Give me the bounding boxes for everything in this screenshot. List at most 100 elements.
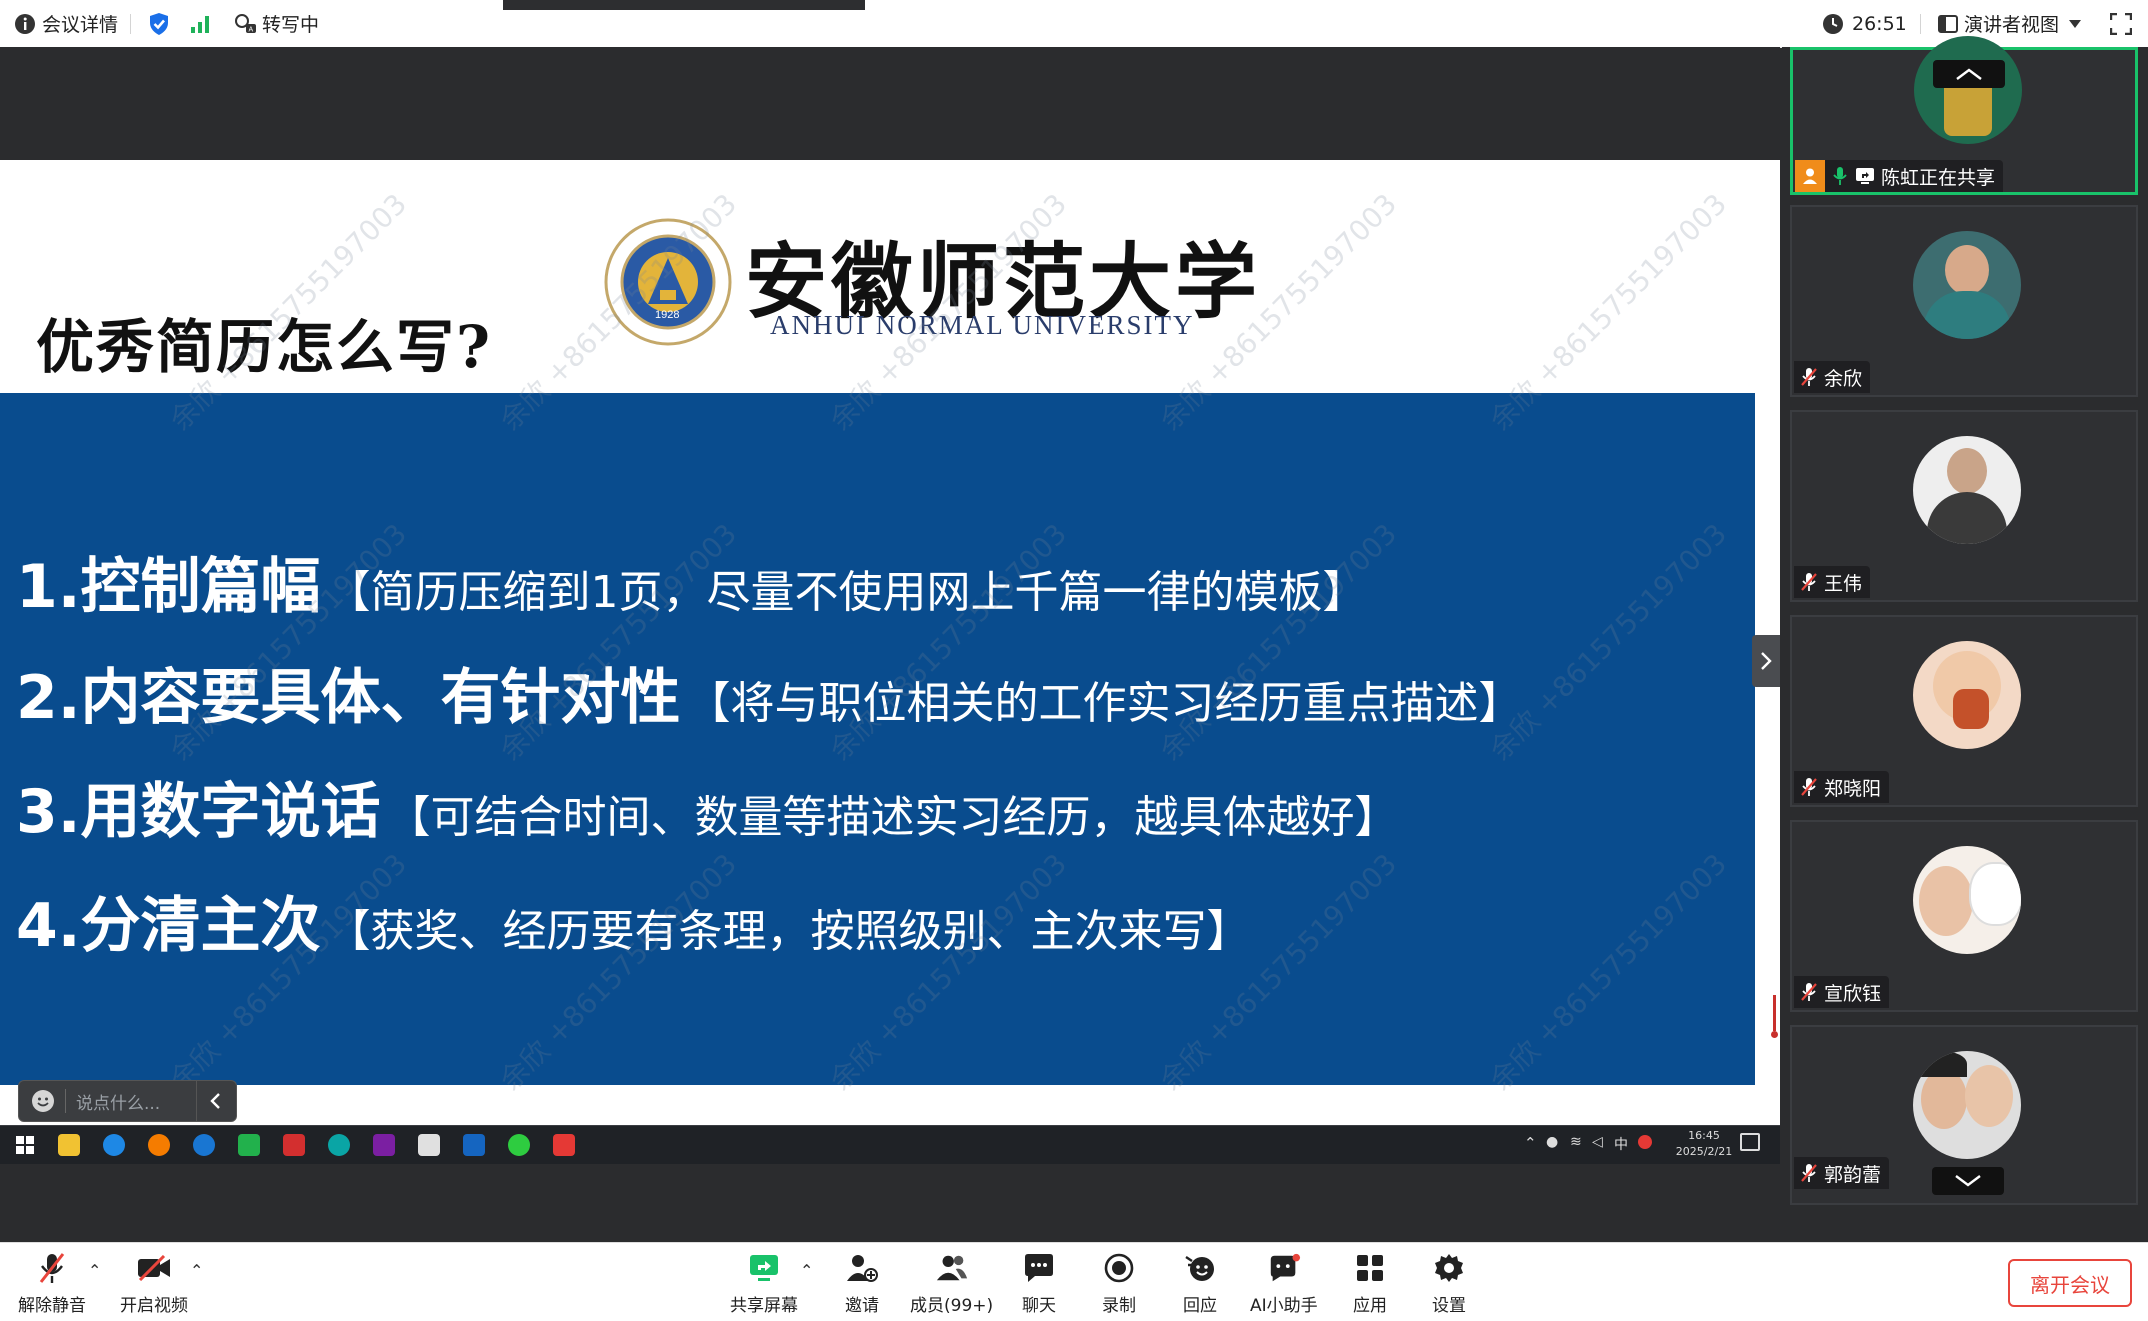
slide-point-2: 2.内容要具体、有针对性 【将与职位相关的工作实习经历重点描述】	[16, 649, 1523, 736]
settings-label: 设置	[1432, 1296, 1466, 1316]
collapse-up-button[interactable]	[1933, 60, 2005, 88]
point-description: 【获奖、经历要有条理，按照级别、主次来写】	[326, 906, 1251, 957]
speaker-view-icon	[1938, 14, 1958, 33]
participant-tile[interactable]: 郑晓阳	[1790, 615, 2138, 807]
video-options-caret[interactable]: ⌃	[190, 1261, 203, 1280]
meeting-details-label: 会议详情	[42, 14, 119, 36]
wechat-icon	[508, 1134, 530, 1156]
scroll-down-button[interactable]	[1932, 1167, 2004, 1195]
taskbar-date: 2025/2/21	[1675, 1145, 1733, 1158]
top-bar: 会议详情 A 转写中 26:51 演讲者视图	[0, 0, 2148, 48]
transcribing-label: 转写中	[262, 14, 320, 36]
microphone-muted-icon	[1801, 778, 1817, 796]
collapse-panel-handle[interactable]	[1752, 635, 1780, 687]
chevron-left-icon[interactable]	[209, 1092, 221, 1110]
view-mode-label: 演讲者视图	[1964, 14, 2060, 36]
taskbar-time: 16:45	[1688, 1129, 1720, 1142]
invite-button[interactable]: 邀请	[845, 1251, 879, 1316]
participant-tile[interactable]: 王伟	[1790, 410, 2138, 602]
security-shield-button[interactable]	[148, 0, 170, 47]
share-screen-icon	[750, 1255, 778, 1281]
react-hand-icon	[1185, 1256, 1214, 1281]
fullscreen-icon	[2110, 12, 2132, 35]
meeting-timer: 26:51	[1822, 0, 1907, 47]
meeting-details-button[interactable]: 会议详情	[14, 0, 118, 47]
audio-options-caret[interactable]: ⌃	[88, 1261, 101, 1280]
transcribe-icon: A	[235, 13, 256, 33]
microphone-tray-icon: ●	[1546, 1134, 1559, 1150]
avatar	[1913, 641, 2021, 749]
timer-label: 26:51	[1852, 12, 1907, 35]
members-icon	[936, 1255, 967, 1281]
volume-level-marker	[1771, 995, 1778, 1041]
svg-text:A: A	[249, 26, 254, 33]
share-options-caret[interactable]: ⌃	[800, 1261, 813, 1280]
shared-slide: 优秀简历怎么写? 1928 安徽师范大学 ANHUI NORMAL UNIVER…	[0, 160, 1780, 1125]
point-description: 【简历压缩到1页，尽量不使用网上千篇一律的模板】	[326, 567, 1367, 618]
shared-windows-taskbar: ⌃ ● ≋ ◁ 中 16:45 2025/2/21	[0, 1125, 1780, 1164]
transcribing-indicator[interactable]: A 转写中	[234, 0, 319, 47]
wifi-tray-icon: ≋	[1570, 1134, 1582, 1150]
sogou-ime-icon	[1638, 1135, 1652, 1149]
participant-name: 余欣	[1824, 367, 1863, 390]
document-icon	[418, 1134, 440, 1156]
members-label: 成员(99+)	[910, 1296, 994, 1316]
speaker-tray-icon: ◁	[1592, 1134, 1603, 1150]
share-screen-button[interactable]: 共享屏幕	[730, 1251, 798, 1316]
microphone-muted-icon	[39, 1253, 65, 1283]
share-control-strip	[503, 0, 865, 10]
participant-name: 宣欣钰	[1824, 982, 1882, 1005]
shield-check-icon	[150, 12, 168, 35]
microphone-muted-icon	[1801, 368, 1817, 386]
info-icon	[15, 13, 35, 34]
network-signal-button[interactable]	[190, 0, 212, 47]
participant-name: 郭韵蕾	[1824, 1163, 1882, 1186]
invite-label: 邀请	[845, 1296, 879, 1316]
participant-tile[interactable]: 余欣	[1790, 205, 2138, 397]
file-explorer-icon	[58, 1134, 80, 1156]
point-heading: 2.内容要具体、有针对性	[16, 663, 681, 733]
apps-button[interactable]: 应用	[1353, 1251, 1387, 1316]
react-button[interactable]: 回应	[1183, 1251, 1217, 1316]
clock-icon	[1823, 13, 1843, 34]
host-badge-icon	[1795, 160, 1825, 192]
edge-icon	[328, 1134, 350, 1156]
point-heading: 1.控制篇幅	[16, 552, 321, 622]
caret-down-icon	[2069, 19, 2082, 28]
start-video-label: 开启视频	[120, 1296, 188, 1316]
video-off-icon	[138, 1255, 170, 1281]
slide-point-4: 4.分清主次 【获奖、经历要有条理，按照级别、主次来写】	[16, 877, 1251, 964]
ai-assistant-button[interactable]: AI小助手	[1250, 1251, 1318, 1316]
chat-placeholder: 说点什么...	[76, 1093, 161, 1114]
participant-name: 王伟	[1824, 572, 1863, 595]
participant-tile-sharer[interactable]: 陈虹正在共享	[1790, 36, 2138, 195]
microphone-on-icon	[1833, 167, 1847, 185]
unmute-button[interactable]: 解除静音	[18, 1251, 86, 1316]
k-app-icon	[193, 1134, 215, 1156]
participant-tile[interactable]: 郭韵蕾	[1790, 1025, 2138, 1205]
green-app-icon	[238, 1134, 260, 1156]
record-button[interactable]: 录制	[1102, 1251, 1136, 1316]
divider	[196, 1081, 197, 1121]
start-video-button[interactable]: 开启视频	[120, 1251, 188, 1316]
notification-icon	[1740, 1133, 1760, 1151]
leave-meeting-button[interactable]: 离开会议	[2008, 1259, 2132, 1307]
participant-name: 陈虹正在共享	[1881, 166, 1996, 189]
ai-assistant-icon	[1270, 1253, 1300, 1282]
chat-button[interactable]: 聊天	[1022, 1251, 1056, 1316]
chat-quick-input[interactable]: 说点什么...	[18, 1080, 237, 1122]
fullscreen-button[interactable]	[2110, 0, 2132, 47]
divider	[130, 14, 131, 34]
participant-name: 郑晓阳	[1824, 777, 1882, 800]
gear-icon	[1435, 1254, 1463, 1282]
slide-content-panel: 1.控制篇幅 【简历压缩到1页，尽量不使用网上千篇一律的模板】 2.内容要具体、…	[0, 393, 1755, 1085]
participant-nameplate: 陈虹正在共享	[1795, 160, 2004, 192]
members-button[interactable]: 成员(99+)	[910, 1251, 993, 1316]
ime-indicator: 中	[1614, 1137, 1628, 1153]
chevron-right-icon	[1761, 652, 1772, 670]
participant-tile[interactable]: 宣欣钰	[1790, 820, 2138, 1012]
chat-bubble-icon	[1025, 1254, 1053, 1282]
settings-button[interactable]: 设置	[1432, 1251, 1466, 1316]
chevron-up-icon	[1956, 68, 1982, 80]
record-icon	[1104, 1253, 1134, 1283]
